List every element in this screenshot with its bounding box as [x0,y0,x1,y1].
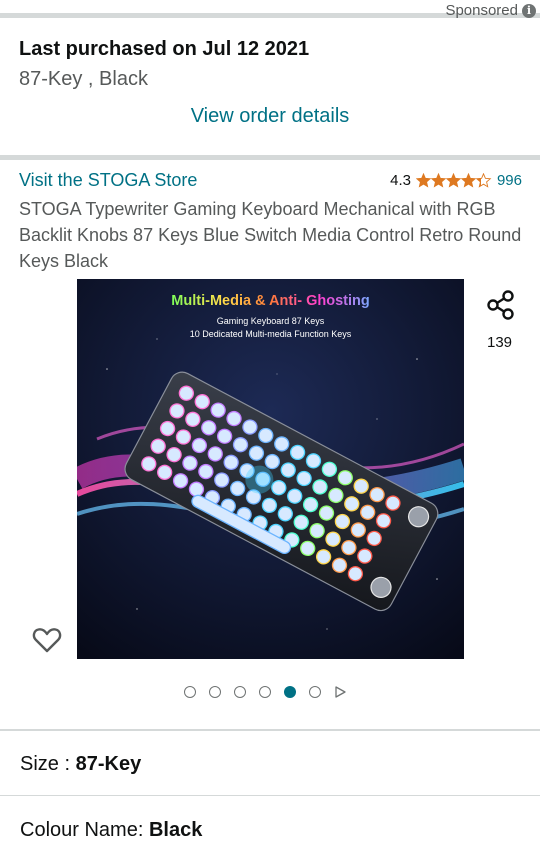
image-headline: Multi-Media & Anti- Ghosting [77,293,464,309]
wishlist-button[interactable] [31,624,63,656]
carousel-dot[interactable] [309,686,321,698]
size-selector[interactable]: Size : 87-Key [20,753,141,776]
carousel-dot[interactable] [184,686,196,698]
colour-label: Colour Name: [20,819,144,841]
info-icon[interactable]: i [522,3,536,18]
heart-icon [32,628,62,653]
purchased-variant: 87-Key , Black [19,68,148,90]
colour-selector[interactable]: Colour Name: Black [20,819,202,842]
carousel-dot[interactable] [209,686,221,698]
share-icon [487,290,514,320]
product-image[interactable]: Multi-Media & Anti- Ghosting Gaming Keyb… [77,279,464,659]
stars-icon [416,173,491,188]
rating-summary[interactable]: 4.3 996 [390,172,522,189]
share-button[interactable] [484,288,518,322]
carousel-dot[interactable] [259,686,271,698]
star-rating [416,173,492,188]
image-headline-text: Multi-Media & Anti- Ghosting [171,293,370,309]
view-order-details-link[interactable]: View order details [0,105,540,128]
rating-value: 4.3 [390,172,411,189]
options-divider [0,795,540,796]
video-play-icon[interactable] [334,686,346,698]
image-carousel-indicator [184,686,346,698]
review-count: 996 [496,172,522,189]
image-subline-1: Gaming Keyboard 87 Keys [216,316,325,326]
image-subline-2: 10 Dedicated Multi-media Function Keys [189,329,352,339]
last-purchased-heading: Last purchased on Jul 12 2021 [19,38,310,60]
carousel-dot-active[interactable] [284,686,296,698]
store-link[interactable]: Visit the STOGA Store [19,170,197,191]
sponsored-label[interactable]: Sponsored i [445,2,536,19]
sponsored-text: Sponsored [445,2,518,19]
size-label: Size : [20,753,71,775]
carousel-dot[interactable] [234,686,246,698]
options-divider [0,729,540,731]
size-value: 87-Key [75,753,142,775]
section-divider [0,155,540,160]
product-title[interactable]: STOGA Typewriter Gaming Keyboard Mechani… [19,196,524,274]
colour-value: Black [148,819,203,841]
share-count: 139 [487,334,513,351]
